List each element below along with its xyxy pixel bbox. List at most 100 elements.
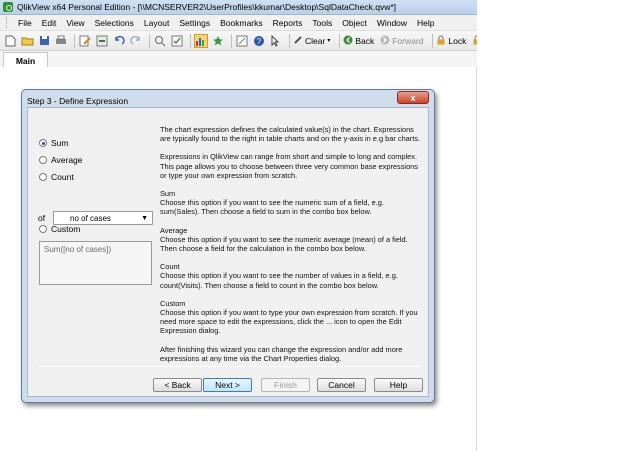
menu-tools[interactable]: Tools: [307, 18, 337, 28]
radio-count-label: Count: [51, 172, 74, 182]
unlock-icon: [472, 35, 477, 47]
cancel-button[interactable]: Cancel: [317, 378, 366, 392]
help-sum-text: Choose this option if you want to see th…: [160, 198, 384, 217]
toolbar-separator: [339, 33, 341, 48]
sheet-tab-strip: Main: [0, 51, 477, 68]
menu-bookmarks[interactable]: Bookmarks: [215, 18, 268, 28]
tab-main[interactable]: Main: [3, 52, 48, 68]
finish-button[interactable]: Finish: [261, 378, 310, 392]
next-button[interactable]: Next >: [203, 378, 252, 392]
radio-count-button[interactable]: [39, 173, 47, 181]
help-average-heading: Average: [160, 225, 188, 235]
radio-average-label: Average: [51, 155, 83, 165]
star-icon[interactable]: [211, 34, 225, 48]
help-average-text: Choose this option if you want to see th…: [160, 234, 408, 254]
menu-reports[interactable]: Reports: [268, 18, 308, 28]
toolbar-separator: [74, 33, 75, 48]
help-count-heading: Count: [160, 262, 180, 272]
define-expression-dialog: Step 3 - Define Expression x Sum Average…: [21, 89, 435, 403]
field-combo-box[interactable]: no of cases ▼: [53, 211, 153, 225]
menu-settings[interactable]: Settings: [174, 18, 215, 28]
back-button[interactable]: Back: [343, 35, 374, 47]
context-help-icon[interactable]: [269, 34, 283, 48]
menu-bar: File Edit View Selections Layout Setting…: [0, 15, 477, 31]
help-intro: The chart expression defines the calcula…: [160, 125, 421, 144]
menu-file[interactable]: File: [13, 18, 37, 28]
help-custom: Custom Choose this option if you want to…: [160, 299, 422, 336]
search-icon[interactable]: [153, 34, 167, 48]
chart-wizard-icon[interactable]: [194, 33, 208, 48]
menu-selections[interactable]: Selections: [90, 18, 139, 28]
help-count: Count Choose this option if you want to …: [160, 262, 422, 290]
help-custom-text: Choose this option if you want to type y…: [160, 308, 418, 336]
menu-help[interactable]: Help: [412, 18, 439, 28]
radio-custom-label: Custom: [51, 224, 81, 234]
radio-average-button[interactable]: [39, 156, 47, 164]
zoom-icon[interactable]: [235, 34, 249, 48]
help-description: Expressions in QlikView can range from s…: [160, 152, 418, 180]
menu-object[interactable]: Object: [337, 18, 372, 28]
screen: { "window": { "title": "QlikView x64 Per…: [0, 0, 624, 451]
qlikview-app-icon: [3, 2, 13, 12]
help-text: The chart expression defines the calcula…: [160, 125, 422, 372]
radio-count[interactable]: Count: [39, 172, 74, 182]
open-folder-icon[interactable]: [20, 34, 34, 48]
custom-expression-field[interactable]: Sum([no of cases]): [39, 241, 152, 285]
help-sum-heading: Sum: [160, 189, 176, 199]
help-button[interactable]: Help: [374, 378, 423, 392]
toolbar: ? Clear ▾ Back Forward Lock: [0, 31, 477, 51]
print-icon[interactable]: [54, 34, 68, 48]
redo-icon[interactable]: [129, 34, 143, 48]
back-wizard-button[interactable]: < Back: [153, 378, 202, 392]
unlock-button[interactable]: Ur: [472, 35, 477, 47]
menu-view[interactable]: View: [61, 18, 89, 28]
menu-layout[interactable]: Layout: [139, 18, 175, 28]
clear-label: Clear: [305, 35, 326, 46]
radio-average[interactable]: Average: [39, 155, 83, 165]
help-average: Average Choose this option if you want t…: [160, 226, 422, 254]
edit-script-icon[interactable]: [78, 34, 92, 48]
undo-icon[interactable]: [112, 34, 126, 48]
radio-custom[interactable]: Custom: [39, 224, 80, 234]
lock-button[interactable]: Lock: [436, 35, 466, 47]
help-count-text: Choose this option if you want to see th…: [160, 271, 398, 290]
clear-button[interactable]: Clear ▾: [293, 35, 330, 47]
forward-arrow-icon: [380, 35, 390, 47]
radio-sum[interactable]: Sum: [39, 138, 68, 148]
menu-edit[interactable]: Edit: [37, 18, 62, 28]
window-title: QlikView x64 Personal Edition - [\\MCNSE…: [17, 2, 397, 12]
dialog-client-area: Sum Average Count of no of cases ▼ Custo…: [27, 107, 429, 397]
help-custom-heading: Custom: [160, 298, 186, 308]
clear-dropdown-icon[interactable]: ▾: [327, 37, 330, 44]
toolbar-separator: [149, 33, 150, 48]
radio-sum-button[interactable]: [39, 139, 47, 147]
menu-grip: [6, 17, 9, 28]
toolbar-separator: [190, 33, 191, 48]
reload-icon[interactable]: [95, 34, 109, 48]
menu-window[interactable]: Window: [372, 18, 412, 28]
toolbar-separator: [231, 33, 232, 48]
field-combo-value: no of cases: [70, 213, 111, 223]
button-divider: [38, 366, 422, 367]
of-label: of: [38, 213, 46, 223]
window-title-bar: QlikView x64 Personal Edition - [\\MCNSE…: [0, 0, 477, 15]
lock-label: Lock: [448, 35, 467, 46]
save-icon[interactable]: [37, 34, 51, 48]
back-arrow-icon: [343, 35, 353, 47]
radio-sum-label: Sum: [51, 138, 69, 148]
help-footer: After finishing this wizard you can chan…: [160, 344, 403, 363]
help-sum: Sum Choose this option if you want to se…: [160, 189, 422, 217]
chevron-down-icon[interactable]: ▼: [141, 215, 148, 222]
radio-custom-button[interactable]: [39, 225, 47, 233]
help-icon[interactable]: ?: [252, 34, 266, 48]
new-document-icon[interactable]: [3, 34, 17, 48]
toolbar-separator: [432, 33, 434, 48]
checkbox-icon[interactable]: [170, 34, 184, 48]
clear-icon: [293, 35, 303, 47]
svg-text:?: ?: [257, 37, 262, 46]
forward-button[interactable]: Forward: [380, 35, 423, 47]
forward-label: Forward: [392, 35, 424, 46]
close-button[interactable]: x: [397, 91, 429, 104]
back-label: Back: [355, 35, 375, 46]
toolbar-separator: [289, 33, 290, 48]
